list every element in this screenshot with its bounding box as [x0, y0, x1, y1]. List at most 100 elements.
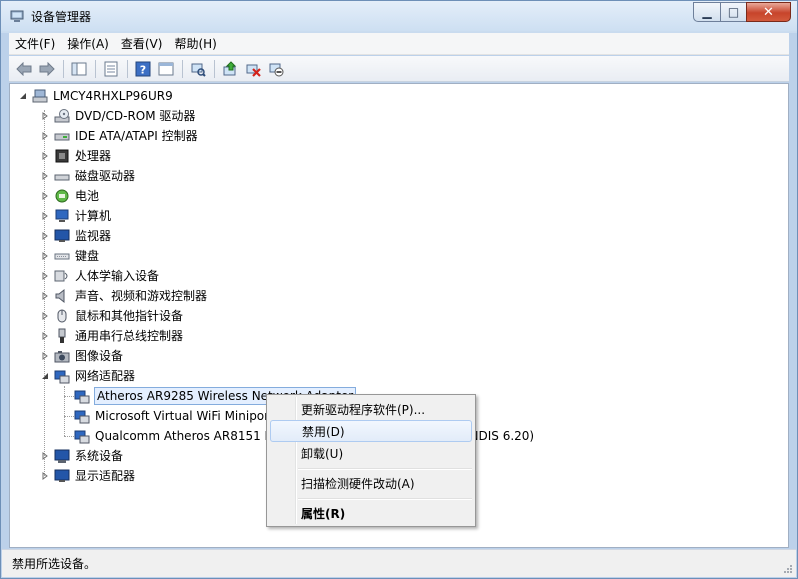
- back-icon: [16, 61, 32, 76]
- tree-category-system[interactable]: 系统设备: [40, 446, 123, 466]
- disable-button[interactable]: [265, 59, 287, 79]
- expand-arrow-icon[interactable]: [40, 311, 50, 321]
- tree-category-disk[interactable]: 磁盘驱动器: [40, 166, 135, 186]
- context-scan-hardware[interactable]: 扫描检测硬件改动(A): [270, 472, 472, 494]
- collapse-arrow-icon[interactable]: [18, 91, 28, 101]
- close-button[interactable]: ✕: [746, 2, 791, 22]
- help-button[interactable]: ?: [132, 59, 154, 79]
- keyboard-icon: [54, 248, 70, 264]
- tree-category-imaging[interactable]: 图像设备: [40, 346, 123, 366]
- uninstall-icon: [246, 64, 261, 77]
- maximize-button[interactable]: □: [720, 2, 746, 22]
- camera-icon: [54, 348, 70, 364]
- context-update-driver[interactable]: 更新驱动程序软件(P)...: [270, 398, 472, 420]
- resize-grip-icon[interactable]: [781, 562, 793, 574]
- expand-arrow-icon[interactable]: [40, 351, 50, 361]
- show-hide-tree-button[interactable]: [68, 59, 90, 79]
- expand-arrow-icon[interactable]: [40, 191, 50, 201]
- collapse-arrow-icon[interactable]: [40, 371, 50, 381]
- expand-arrow-icon[interactable]: [40, 251, 50, 261]
- tree-category-hid[interactable]: 人体学输入设备: [40, 266, 159, 286]
- properties-icon: [104, 61, 118, 76]
- usb-icon: [54, 328, 70, 344]
- expand-arrow-icon[interactable]: [40, 451, 50, 461]
- tree-category-ide[interactable]: IDE ATA/ATAPI 控制器: [40, 126, 198, 146]
- view-icon: [158, 62, 174, 75]
- expand-arrow-icon[interactable]: [40, 151, 50, 161]
- tree-category-dvd[interactable]: DVD/CD-ROM 驱动器: [40, 106, 195, 126]
- properties-button[interactable]: [100, 59, 122, 79]
- tree-category-display[interactable]: 显示适配器: [40, 466, 135, 486]
- tree-category-label: 人体学输入设备: [75, 269, 160, 283]
- expand-arrow-icon[interactable]: [40, 171, 50, 181]
- tree-category-monitor[interactable]: 监视器: [40, 226, 111, 246]
- svg-text:?: ?: [140, 63, 146, 76]
- tree-category-network[interactable]: 网络适配器: [40, 366, 135, 386]
- computer-icon: [32, 88, 48, 104]
- tree-category-label: DVD/CD-ROM 驱动器: [75, 109, 196, 123]
- battery-icon: [54, 188, 70, 204]
- minimize-button[interactable]: ▁: [693, 2, 720, 22]
- scan-hardware-button[interactable]: [187, 59, 209, 79]
- tree-root[interactable]: LMCY4RHXLP96UR9: [18, 86, 173, 106]
- menu-file[interactable]: 文件(F): [9, 34, 61, 54]
- menu-view[interactable]: 查看(V): [115, 34, 169, 54]
- context-separator: [298, 468, 472, 470]
- toolbar-separator: [182, 59, 183, 78]
- computer-icon: [54, 208, 70, 224]
- context-separator: [298, 498, 472, 500]
- mouse-icon: [54, 308, 70, 324]
- disable-icon: [269, 63, 284, 76]
- monitor-icon: [54, 228, 70, 244]
- update-driver-button[interactable]: [219, 59, 241, 79]
- expand-arrow-icon[interactable]: [40, 291, 50, 301]
- menu-bar: 文件(F) 操作(A) 查看(V) 帮助(H): [9, 33, 789, 55]
- back-button[interactable]: [13, 59, 35, 79]
- network-adapter-icon: [74, 388, 90, 404]
- tree-category-sound[interactable]: 声音、视频和游戏控制器: [40, 286, 207, 306]
- tree-category-processor[interactable]: 处理器: [40, 146, 111, 166]
- expand-arrow-icon[interactable]: [40, 111, 50, 121]
- status-text: 禁用所选设备。: [12, 557, 97, 571]
- dvd-drive-icon: [54, 108, 70, 124]
- tree-category-label: 鼠标和其他指针设备: [75, 309, 184, 323]
- tree-category-computer[interactable]: 计算机: [40, 206, 111, 226]
- tree-category-label: 图像设备: [75, 349, 124, 363]
- tree-category-label: 系统设备: [75, 449, 124, 463]
- expand-arrow-icon[interactable]: [40, 271, 50, 281]
- context-properties[interactable]: 属性(R): [270, 502, 472, 524]
- tree-line: [64, 416, 74, 417]
- tree-category-keyboard[interactable]: 键盘: [40, 246, 99, 266]
- forward-button[interactable]: [36, 59, 58, 79]
- expand-arrow-icon[interactable]: [40, 131, 50, 141]
- minimize-icon: ▁: [702, 5, 712, 19]
- title-bar[interactable]: 设备管理器 ▁ □ ✕: [1, 1, 797, 31]
- tree-category-label: 电池: [75, 189, 100, 203]
- context-uninstall[interactable]: 卸载(U): [270, 442, 472, 464]
- uninstall-button[interactable]: [242, 59, 264, 79]
- context-menu: 更新驱动程序软件(P)... 禁用(D) 卸载(U) 扫描检测硬件改动(A) 属…: [266, 394, 476, 527]
- tree-category-mouse[interactable]: 鼠标和其他指针设备: [40, 306, 183, 326]
- view-button[interactable]: [155, 59, 177, 79]
- tree-category-usb[interactable]: 通用串行总线控制器: [40, 326, 183, 346]
- device-manager-window: 设备管理器 ▁ □ ✕ 文件(F) 操作(A) 查看(V) 帮助(H) ? LM…: [0, 0, 798, 579]
- tree-category-label: 计算机: [75, 209, 112, 223]
- expand-arrow-icon[interactable]: [40, 211, 50, 221]
- context-disable[interactable]: 禁用(D): [270, 420, 472, 442]
- tree-category-label: 键盘: [75, 249, 100, 263]
- tree-category-label: 处理器: [75, 149, 112, 163]
- tree-category-label: IDE ATA/ATAPI 控制器: [75, 129, 198, 143]
- update-driver-icon: [223, 60, 237, 75]
- close-icon: ✕: [763, 4, 774, 20]
- expand-arrow-icon[interactable]: [40, 331, 50, 341]
- tree-line: [64, 396, 74, 397]
- menu-help[interactable]: 帮助(H): [168, 34, 222, 54]
- expand-arrow-icon[interactable]: [40, 471, 50, 481]
- tree-category-battery[interactable]: 电池: [40, 186, 99, 206]
- help-icon: ?: [135, 61, 151, 76]
- menu-action[interactable]: 操作(A): [61, 34, 115, 54]
- scan-hardware-icon: [191, 63, 206, 77]
- expand-arrow-icon[interactable]: [40, 231, 50, 241]
- tree-line: [64, 436, 74, 437]
- maximize-icon: □: [727, 5, 740, 19]
